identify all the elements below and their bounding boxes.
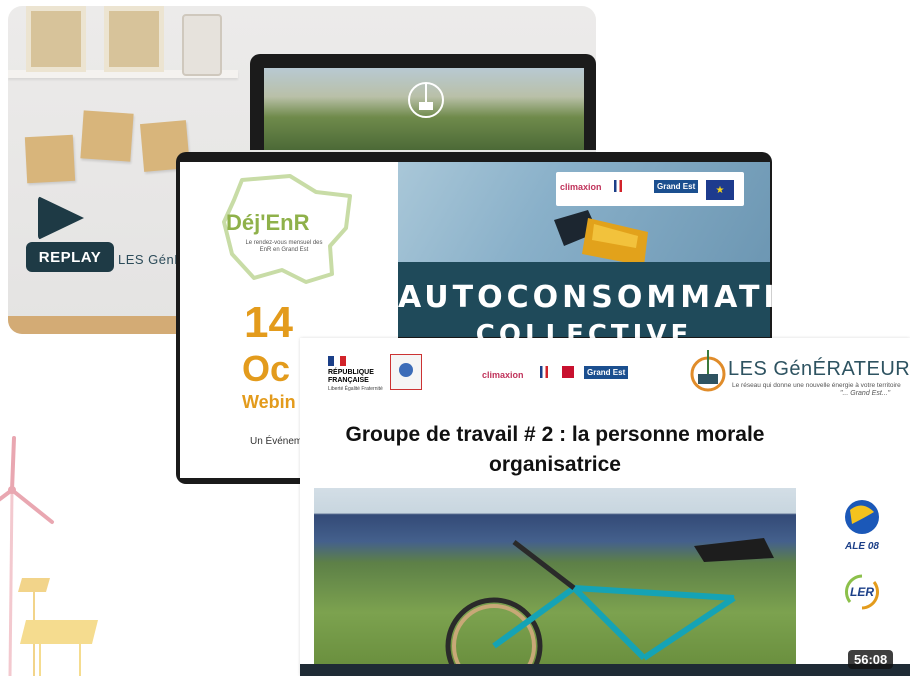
ler-logo: LER [842,572,882,612]
marianne-flag-icon [328,356,346,366]
sticky-note [80,110,134,162]
bicycle-image [445,538,774,666]
region-logo-icon [562,366,574,378]
brand-region: "... Grand Est..." [840,390,891,397]
replay-badge: REPLAY [26,242,114,272]
ademe-logo-icon [390,354,422,390]
date-month: Oc [242,348,291,389]
ler-label: LER [850,585,874,599]
republique-text: RÉPUBLIQUE FRANÇAISE [328,369,374,384]
date-day: 14 [244,298,293,347]
wall-frame [26,6,86,72]
video-duration-badge: 56:08 [848,650,894,669]
ale08-label: ALE 08 [845,541,879,552]
republique-francaise-logo: RÉPUBLIQUE FRANÇAISE Liberté Égalité Fra… [328,356,383,393]
dejenr-tagline: Le rendez-vous mensuel des EnR en Grand … [245,240,323,253]
headline-line1: AUTOCONSOMMATION [398,280,772,315]
marianne-flag-icon [614,180,622,192]
wall-frame [104,6,164,72]
climaxion-logo: climaxion [482,370,524,380]
jar [182,14,222,76]
windows-taskbar [300,664,910,676]
climaxion-logo: climaxion [560,182,602,192]
ale08-emblem-icon [845,500,879,534]
brand-text: LES GénÉ [118,252,184,267]
video-card-groupe-travail[interactable]: RÉPUBLIQUE FRANÇAISE Liberté Égalité Fra… [300,338,910,676]
video-card-monitor[interactable] [250,54,596,150]
wind-solar-decoration [0,436,98,676]
webinar-label: Webin [242,392,296,412]
dejenr-title: Déj'EnR [226,210,310,235]
grand-est-logo: Grand Est [584,366,629,379]
title-line2: organisatrice [489,453,621,476]
event-label: Un Événem [250,436,303,447]
sticky-note [24,134,76,184]
marianne-flag-icon [540,366,548,378]
brand-tagline: Le réseau qui donne une nouvelle énergie… [732,382,901,389]
play-icon[interactable] [38,196,84,240]
republique-motto: Liberté Égalité Fraternité [328,386,383,392]
ale08-logo: ALE 08 [840,498,884,552]
title-line1: Groupe de travail # 2 : la personne mora… [345,423,765,446]
generateurs-emblem-icon [408,82,444,118]
solar-field-bicycle-photo [314,488,796,666]
grand-est-logo: Grand Est [654,180,699,193]
video-title: Groupe de travail # 2 : la personne mora… [300,420,810,480]
eu-flag-icon: ★ [706,180,734,200]
generateurs-emblem-icon [690,350,726,392]
les-generateurs-brand: LES GénÉRATEURS [728,358,910,380]
landscape-image [264,68,584,150]
